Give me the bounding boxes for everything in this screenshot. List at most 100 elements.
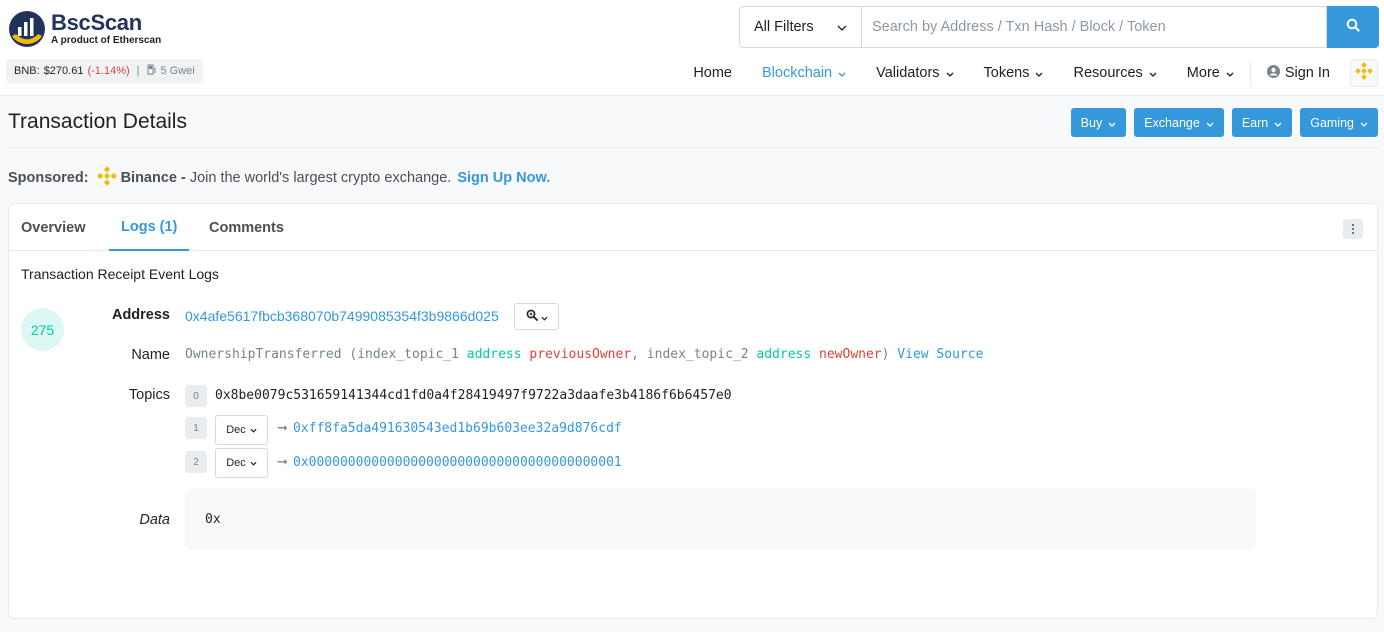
- transaction-card: Overview Logs (1) Comments Transaction R…: [8, 203, 1378, 619]
- event-function-name: OwnershipTransferred: [185, 347, 342, 362]
- chevron-down-icon: [1360, 116, 1368, 130]
- price-ticker: BNB: $270.61 (-1.14%) | 5 Gwei: [6, 59, 203, 83]
- action-buttons: Buy Exchange Earn Gaming: [1070, 108, 1378, 137]
- data-label: Data: [139, 512, 170, 528]
- earn-button-label: Earn: [1241, 115, 1269, 130]
- event-arg-close: ): [881, 347, 890, 362]
- zoom-search-icon: [526, 308, 538, 326]
- search-button[interactable]: [1327, 6, 1379, 48]
- tab-logs[interactable]: Logs (1): [109, 204, 190, 251]
- event-arg-open: (index_topic_1: [349, 347, 459, 362]
- bnb-chain-switcher[interactable]: [1350, 59, 1378, 87]
- topic-index: 0: [185, 385, 207, 407]
- search-icon: [1346, 18, 1360, 37]
- nav-tokens[interactable]: Tokens: [984, 65, 1044, 81]
- bnb-price-label: BNB:: [14, 65, 40, 77]
- search-filter-select[interactable]: All Filters: [739, 6, 861, 48]
- topics-label: Topics: [128, 387, 170, 403]
- nav-validators-label: Validators: [876, 65, 940, 81]
- binance-logo-icon: [96, 166, 117, 190]
- search-input[interactable]: [861, 6, 1327, 48]
- topic-format-label: Dec: [226, 424, 246, 436]
- bnb-logo-icon: [1355, 62, 1373, 84]
- address-label: Address: [111, 307, 170, 323]
- chevron-down-icon: [1108, 116, 1116, 130]
- tab-bar: Overview Logs (1) Comments: [9, 204, 1377, 251]
- nav-blockchain-label: Blockchain: [762, 65, 833, 81]
- topic-format-dropdown[interactable]: Dec: [215, 415, 268, 445]
- nav-blockchain[interactable]: Blockchain: [762, 65, 846, 81]
- page-title: Transaction Details: [8, 110, 187, 133]
- event-signature: OwnershipTransferred (index_topic_1 addr…: [185, 347, 983, 362]
- nav-resources[interactable]: Resources: [1073, 65, 1157, 81]
- topic-index: 2: [185, 451, 207, 473]
- nav-home[interactable]: Home: [693, 65, 732, 81]
- logo-subtitle: A product of Etherscan: [51, 35, 162, 46]
- chevron-down-icon: [838, 65, 846, 81]
- search-filter-label: All Filters: [754, 19, 814, 35]
- earn-button[interactable]: Earn: [1231, 108, 1293, 137]
- exchange-button[interactable]: Exchange: [1134, 108, 1224, 137]
- event-arg-type: address: [756, 347, 812, 362]
- gaming-button[interactable]: Gaming: [1300, 108, 1378, 137]
- sponsored-label: Sponsored:: [8, 170, 89, 186]
- search-bar: All Filters: [739, 6, 1379, 48]
- buy-button-label: Buy: [1080, 115, 1103, 130]
- arrow-right-icon: ➞: [277, 454, 288, 469]
- nav-more[interactable]: More: [1187, 65, 1234, 81]
- sponsored-banner: Sponsored: Binance - Join the world's la…: [8, 166, 550, 190]
- user-circle-icon: [1266, 64, 1280, 82]
- sign-in-link[interactable]: Sign In: [1266, 64, 1330, 82]
- view-source-link[interactable]: View Source: [897, 347, 983, 362]
- chevron-down-icon: [946, 65, 954, 81]
- nav-validators[interactable]: Validators: [876, 65, 953, 81]
- topic-index: 1: [185, 417, 207, 439]
- arrow-right-icon: ➞: [277, 420, 288, 435]
- chevron-down-icon: [1274, 116, 1282, 130]
- chevron-down-icon: [250, 457, 257, 469]
- topic-value: 0x8be0079c531659141344cd1fd0a4f28419497f…: [215, 388, 732, 403]
- sign-in-label: Sign In: [1284, 65, 1330, 81]
- chevron-down-icon: [837, 19, 847, 35]
- log-address-link[interactable]: 0x4afe5617fbcb368070b7499085354f3b9866d0…: [185, 308, 499, 324]
- sponsor-signup-link[interactable]: Sign Up Now.: [457, 170, 550, 186]
- nav-more-label: More: [1186, 65, 1220, 81]
- data-box: 0x: [185, 489, 1256, 550]
- chevron-down-icon: [540, 308, 548, 326]
- main-nav: Home Blockchain Validators Tokens Resour…: [693, 59, 1384, 87]
- topic-address-link[interactable]: 0x00000000000000000000000000000000000000…: [293, 455, 622, 470]
- chevron-down-icon: [1226, 65, 1234, 81]
- exchange-button-label: Exchange: [1144, 115, 1200, 130]
- chevron-down-icon: [1149, 65, 1157, 81]
- nav-divider: [1249, 61, 1251, 85]
- topic-format-dropdown[interactable]: Dec: [215, 448, 268, 478]
- data-value: 0x: [205, 512, 221, 527]
- sponsor-message: Join the world's largest crypto exchange…: [189, 170, 452, 186]
- nav-home-label: Home: [693, 65, 732, 81]
- tab-overview[interactable]: Overview: [9, 204, 98, 251]
- tab-comments[interactable]: Comments: [197, 204, 296, 251]
- event-arg-name: newOwner: [819, 347, 882, 362]
- bscscan-logo-icon: [8, 10, 46, 48]
- gas-pump-icon: [147, 64, 157, 78]
- topic-format-label: Dec: [226, 457, 246, 469]
- more-options-icon[interactable]: [1343, 219, 1363, 239]
- sponsor-brand: Binance -: [120, 170, 186, 186]
- buy-button[interactable]: Buy: [1070, 108, 1127, 137]
- gaming-button-label: Gaming: [1310, 115, 1354, 130]
- gas-price[interactable]: 5 Gwei: [161, 65, 195, 77]
- name-label: Name: [131, 347, 170, 363]
- nav-resources-label: Resources: [1073, 65, 1143, 81]
- chevron-down-icon: [250, 424, 257, 436]
- bnb-price[interactable]: $270.61: [44, 65, 84, 77]
- bscscan-logo[interactable]: BscScan A product of Etherscan: [8, 10, 161, 48]
- logo-name: BscScan: [51, 10, 142, 35]
- address-lookup-dropdown[interactable]: [514, 303, 559, 330]
- site-header: BscScan A product of Etherscan BNB: $270…: [0, 0, 1384, 96]
- nav-tokens-label: Tokens: [983, 65, 1030, 81]
- event-arg-separator: , index_topic_2: [631, 347, 749, 362]
- chevron-down-icon: [1206, 116, 1214, 130]
- event-arg-type: address: [466, 347, 522, 362]
- ticker-divider: |: [136, 65, 140, 77]
- topic-address-link[interactable]: 0xff8fa5da491630543ed1b69b603ee32a9d876c…: [293, 421, 622, 436]
